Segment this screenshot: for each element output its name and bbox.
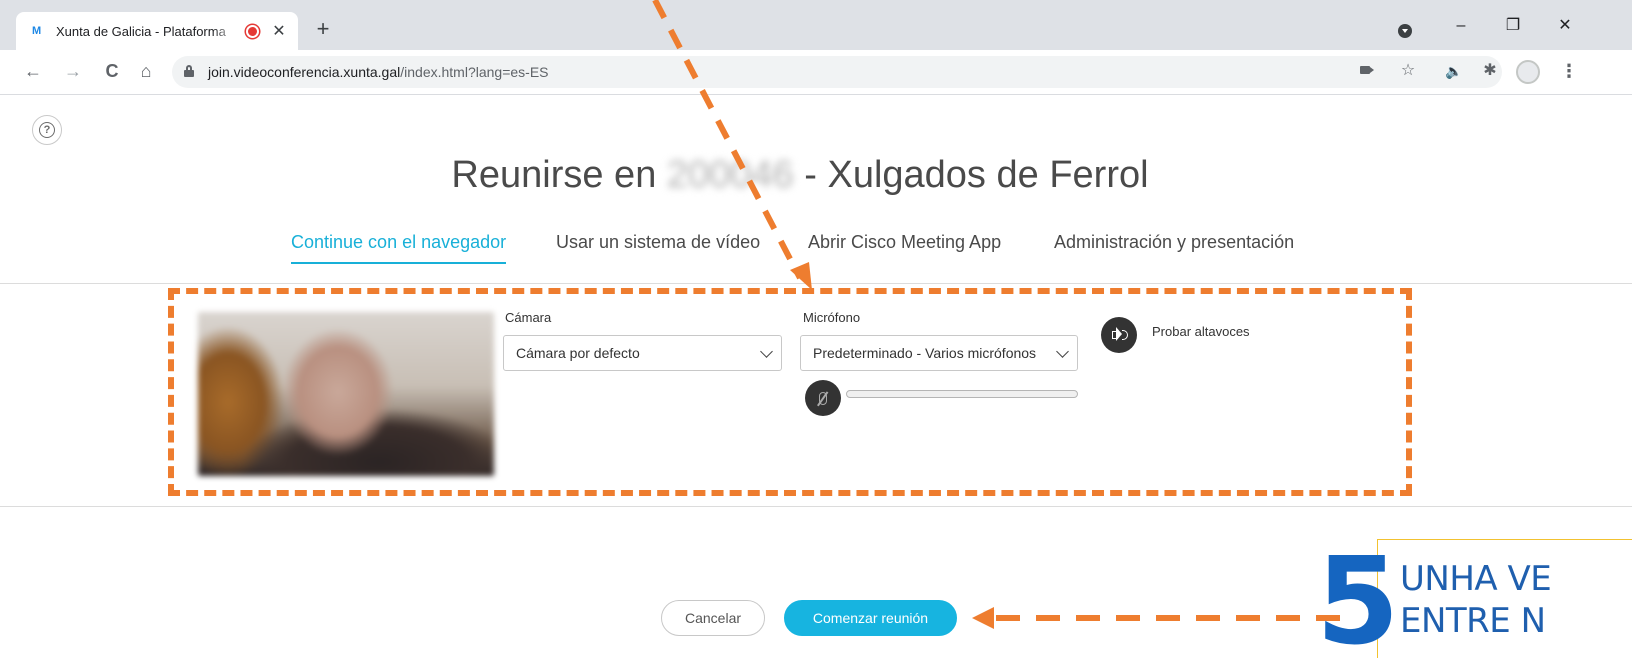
browser-tab[interactable]: M Xunta de Galicia - Plataforma ✕ [16,12,298,50]
minimize-button[interactable]: – [1452,16,1470,36]
close-tab-icon[interactable]: ✕ [271,21,287,41]
page-title: Reunirse en 200046 - Xulgados de Ferrol [451,154,1149,196]
tab-cisco-meeting-app[interactable]: Abrir Cisco Meeting App [808,230,1001,254]
bottom-arrow-head [972,607,994,629]
maximize-button[interactable]: ❐ [1504,16,1522,36]
redacted-meeting-id: 200046 [666,154,794,196]
start-meeting-button[interactable]: Comenzar reunión [784,600,957,636]
address-bar[interactable]: join.videoconferencia.xunta.gal/index.ht… [172,56,1502,88]
reload-icon[interactable]: C [101,60,123,82]
bookmark-star-icon[interactable]: ☆ [1398,61,1418,81]
join-method-tabs: Continue con el navegador Usar un sistem… [0,230,1632,270]
question-icon: ? [39,122,55,138]
tab-admin-presentation[interactable]: Administración y presentación [1054,230,1294,254]
tab-browser[interactable]: Continue con el navegador [291,230,507,264]
home-icon[interactable]: ⌂ [135,60,157,82]
highlight-box [168,288,1412,496]
new-tab-button[interactable]: + [312,16,334,42]
forward-arrow-icon[interactable]: → [62,60,84,82]
divider-bottom [0,506,1632,507]
cancel-button[interactable]: Cancelar [661,600,765,636]
recording-icon [246,24,259,38]
tab-video-system[interactable]: Usar un sistema de vídeo [556,230,760,254]
url-text: join.videoconferencia.xunta.gal/index.ht… [208,64,549,80]
tab-title: Xunta de Galicia - Plataforma [56,23,226,39]
step-callout: UNHA VE ENTRE N [1377,539,1632,658]
help-button[interactable]: ? [32,115,62,145]
extensions-icon[interactable]: ✱ [1480,61,1500,81]
browser-tabstrip: M Xunta de Galicia - Plataforma ✕ + – ❐ … [0,0,1632,50]
back-arrow-icon[interactable]: ← [22,60,44,82]
divider-top [0,283,1632,284]
callout-text: UNHA VE ENTRE N [1400,559,1552,641]
camera-in-use-icon[interactable] [1360,66,1374,74]
close-window-button[interactable]: ✕ [1556,16,1574,36]
step-number: 5 [1316,533,1400,658]
xunta-favicon-icon: M [32,25,41,37]
browser-menu-icon[interactable]: ⋮ [1560,61,1578,81]
browser-toolbar: ← → C ⌂ join.videoconferencia.xunta.gal/… [0,50,1632,95]
profile-avatar-icon[interactable] [1516,60,1540,84]
audio-icon[interactable]: 🔈 [1444,61,1464,81]
lock-icon[interactable] [184,65,194,77]
profile-menu-icon[interactable] [1398,24,1412,38]
